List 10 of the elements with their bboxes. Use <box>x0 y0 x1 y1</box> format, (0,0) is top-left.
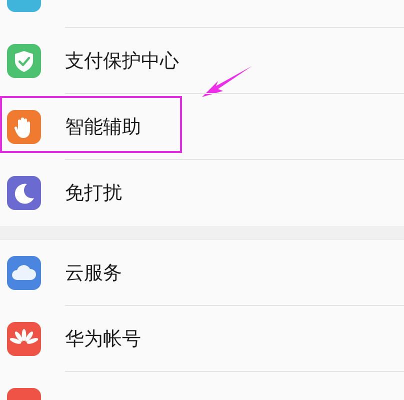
item-label: 华为帐号 <box>65 326 141 352</box>
item-label: 智能辅助 <box>65 114 141 140</box>
item-label: 支付保护中心 <box>65 48 179 74</box>
settings-item[interactable]: 云服务 <box>0 240 404 306</box>
settings-item[interactable]: 智能辅助 <box>0 94 404 160</box>
settings-item[interactable]: 支付保护中心 <box>0 28 404 94</box>
settings-item[interactable]: 免打扰 <box>0 160 404 226</box>
item-label: 云服务 <box>65 260 122 286</box>
item-label: 免打扰 <box>65 181 122 206</box>
settings-item[interactable]: 华为帐号 <box>0 306 404 372</box>
